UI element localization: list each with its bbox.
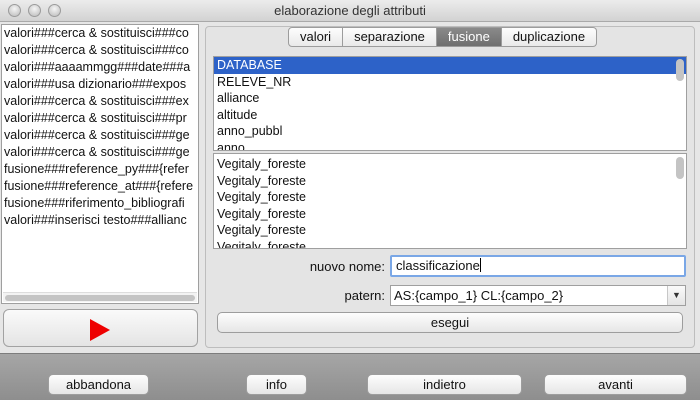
field-list-item[interactable]: altitude xyxy=(214,107,686,124)
tab-bar: valori separazione fusione duplicazione xyxy=(288,27,598,47)
field-list-item[interactable]: anno_pubbl xyxy=(214,123,686,140)
window-title: elaborazione degli attributi xyxy=(274,3,426,18)
abandon-button[interactable]: abbandona xyxy=(48,374,149,395)
history-list-item[interactable]: valori###cerca & sostituisci###co xyxy=(2,25,198,42)
new-name-value: classificazione xyxy=(396,258,480,273)
values-list[interactable]: Vegitaly_foreste Vegitaly_foreste Vegitaly… xyxy=(213,153,687,249)
history-list-item[interactable]: valori###inserisci testo###allianc xyxy=(2,212,198,229)
close-window-icon[interactable] xyxy=(8,4,21,17)
play-button[interactable] xyxy=(3,309,198,347)
next-button[interactable]: avanti xyxy=(544,374,687,395)
fields-scrollbar-thumb[interactable] xyxy=(676,59,684,81)
text-caret xyxy=(479,258,481,272)
pattern-label: patern: xyxy=(344,288,385,303)
value-list-item[interactable]: Vegitaly_foreste xyxy=(214,156,686,173)
history-list-item[interactable]: valori###cerca & sostituisci###ge xyxy=(2,144,198,161)
history-list-item[interactable]: valori###cerca & sostituisci###ge xyxy=(2,127,198,144)
history-list-item[interactable]: valori###cerca & sostituisci###ex xyxy=(2,93,198,110)
field-list-item[interactable]: anno_... xyxy=(214,140,686,151)
scrollbar-thumb[interactable] xyxy=(5,295,195,301)
value-list-item[interactable]: Vegitaly_foreste xyxy=(214,206,686,223)
title-bar: elaborazione degli attributi xyxy=(0,0,700,22)
fields-list[interactable]: DATABASE RELEVE_NR alliance altitude anno_pu… xyxy=(213,56,687,151)
tab-duplicazione[interactable]: duplicazione xyxy=(501,27,598,47)
run-button[interactable]: esegui xyxy=(217,312,683,333)
zoom-window-icon[interactable] xyxy=(48,4,61,17)
field-list-item[interactable]: alliance xyxy=(214,90,686,107)
pattern-combobox[interactable]: AS:{campo_1} CL:{campo_2} ▼ xyxy=(390,285,686,306)
value-list-item[interactable]: Vegitaly_foreste xyxy=(214,222,686,239)
history-list-item[interactable]: valori###cerca & sostituisci###pr xyxy=(2,110,198,127)
history-list-item[interactable]: fusione###reference_py###{refer xyxy=(2,161,198,178)
new-name-label: nuovo nome: xyxy=(309,259,385,274)
history-list-item[interactable]: fusione###reference_at###{refere xyxy=(2,178,198,195)
back-button[interactable]: indietro xyxy=(367,374,522,395)
history-list-item[interactable]: valori###aaaammgg###date###a xyxy=(2,59,198,76)
values-scrollbar-thumb[interactable] xyxy=(676,157,684,179)
history-list[interactable]: valori###cerca & sostituisci###co valori#… xyxy=(1,24,199,304)
history-list-item[interactable]: valori###cerca & sostituisci###co xyxy=(2,42,198,59)
new-name-input[interactable]: classificazione xyxy=(390,255,686,277)
info-button[interactable]: info xyxy=(246,374,307,395)
play-icon xyxy=(90,319,110,341)
value-list-item[interactable]: Vegitaly_foreste xyxy=(214,173,686,190)
horizontal-scrollbar[interactable] xyxy=(3,292,197,302)
value-list-item[interactable]: Vegitaly_foreste xyxy=(214,239,686,249)
history-list-item[interactable]: valori###usa dizionario###expos xyxy=(2,76,198,93)
minimize-window-icon[interactable] xyxy=(28,4,41,17)
field-list-item[interactable]: DATABASE xyxy=(214,57,686,74)
field-list-item[interactable]: RELEVE_NR xyxy=(214,74,686,91)
history-list-item[interactable]: fusione###riferimento_bibliografi xyxy=(2,195,198,212)
value-list-item[interactable]: Vegitaly_foreste xyxy=(214,189,686,206)
pattern-value: AS:{campo_1} CL:{campo_2} xyxy=(394,288,564,303)
chevron-down-icon[interactable]: ▼ xyxy=(667,286,685,305)
tab-valori[interactable]: valori xyxy=(288,27,344,47)
tab-separazione[interactable]: separazione xyxy=(343,27,437,47)
tab-fusione[interactable]: fusione xyxy=(436,27,502,47)
